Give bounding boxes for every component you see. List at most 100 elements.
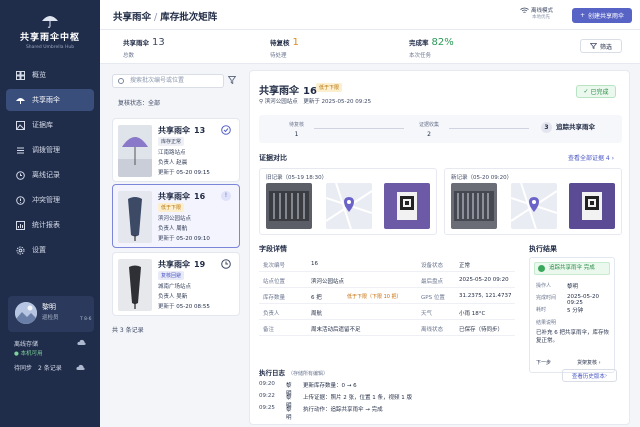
detail-meta: ⚲ 滨河公园站点 更新于 2025-05-20 09:25 [259,97,371,105]
result-next-value: 货架复核 [577,360,598,366]
history-button-label: 查看历史版本 [571,373,605,380]
fields-title: 字段详情 [259,245,287,253]
chart-icon [16,220,25,230]
log-what: 更新库存数量：0 → 6 [303,383,357,389]
breadcrumb-root[interactable]: 共享雨伞 [113,12,151,23]
result-key: 耗时 [536,307,547,313]
evidence-link-text: 查看全部证据 4 [568,155,610,162]
review-status-select[interactable]: 复核状态：全部 [118,98,160,107]
pin-icon: ⚲ [259,99,264,105]
nav-label: 统计报表 [32,221,60,229]
stat-completion: 完成率 82% 本次任务 [409,37,454,59]
nav-item-overview[interactable]: 概览 [6,64,94,86]
card-title-text: 共享雨伞 [158,192,190,201]
nav-label: 概览 [32,71,46,79]
updated-value: 05-20 09:15 [176,170,210,176]
nav-item-evidence[interactable]: 证据库 [6,114,94,136]
plus-icon: + [579,12,585,19]
field-value: 滨河公园站点 [311,279,345,285]
qr-photo[interactable] [569,183,615,229]
detail-title: 共享雨伞 16 [259,82,317,97]
detail-number: 16 [303,86,317,97]
step-label: 待复核 [289,122,305,128]
done-badge-label: 已完成 [590,89,609,96]
breadcrumb: 共享雨伞 / 库存批次矩阵 [113,9,217,23]
field-key: 批次编号 [263,263,286,269]
evidence-link[interactable]: 查看全部证据 4 › [568,153,614,162]
nav-item-report[interactable]: 统计报表 [6,214,94,236]
success-icon [538,265,545,272]
nav-item-conflict[interactable]: 冲突管理 [6,189,94,211]
map-photo[interactable] [511,183,557,229]
card-number: 16 [194,192,206,201]
card-number: 19 [194,260,206,269]
evidence-old-label: 旧记录（05-19 18:30） [266,175,328,181]
log-time: 09:25 [259,405,275,411]
card-place: 滨河公园站点 [158,216,192,222]
nav-item-settings[interactable]: 设置 [6,239,94,261]
batch-card[interactable]: 共享雨伞 13 库存正常 江南路站点 负责人 赵晨 更新于 05-20 09:15 [112,118,240,182]
search-input[interactable]: 搜索批次编号或位置 [112,74,224,88]
nav-label: 调拨管理 [32,146,60,154]
owner-value: 赵晨 [176,160,188,166]
sidebar-nav: 概览 共享雨伞 证据库 调拨管理 离线记录 冲突管理 统计报表 设置 [6,64,94,264]
card-place: 城南广场站点 [158,284,192,290]
search-placeholder: 搜索批次编号或位置 [130,77,185,84]
nav-item-offline[interactable]: 离线记录 [6,164,94,186]
step-current[interactable]: 3 追踪共享雨伞 [541,121,595,133]
detail-title-text: 共享雨伞 [259,86,299,97]
batch-card[interactable]: 共享雨伞 19 复核回避 城南广场站点 负责人 吴新 更新于 05-20 08:5… [112,252,240,316]
field-key: 设备状态 [421,263,444,269]
umbrella-logo-icon [41,14,59,28]
batch-card-selected[interactable]: 共享雨伞 16 低于下限 滨河公园站点 负责人 周航 更新于 05-20 09:1… [112,184,240,248]
detail-panel: 共享雨伞 16 低于下限 ⚲ 滨河公园站点 更新于 2025-05-20 09:2… [249,70,630,425]
offline-indicator[interactable]: 离线模式 本地优先 [520,6,553,20]
card-updated: 更新于 05-20 09:15 [158,168,210,176]
owner-label: 负责人 [158,160,175,166]
umbrella-photo [118,259,152,311]
result-key: 操作人 [536,283,552,289]
create-umbrella-button[interactable]: + 创建共享雨伞 [572,8,632,23]
owner-value: 吴新 [176,294,188,300]
card-title: 共享雨伞 13 [158,125,205,136]
qr-photo[interactable] [384,183,430,229]
alert-icon [16,195,25,205]
field-row: 库存数量 6 把 低于下限（下限 10 把） GPS 位置 31.2375, 121.4… [259,289,515,304]
step-1[interactable]: 待复核 1 [289,121,304,138]
owner-value: 周航 [176,226,188,232]
map-photo[interactable] [326,183,372,229]
step-2[interactable]: 证据收集 2 [419,121,439,138]
stat-value: 13 [152,37,165,48]
log-time: 09:20 [259,381,275,387]
result-next[interactable]: 货架复核 › [577,359,601,366]
owner-label: 负责人 [158,226,175,232]
search-icon [118,78,124,84]
gear-icon [16,246,25,255]
log-what: 执行动作：追踪共享雨伞 → 完成 [303,407,383,413]
field-row: 备注 周末活动后遗留不足 离线状态 已保存（待同步） [259,321,515,336]
nav-item-transfer[interactable]: 调拨管理 [6,139,94,161]
result-banner-text: 追踪共享雨伞 完成 [549,265,595,271]
card-updated: 更新于 05-20 08:55 [158,302,210,310]
filter-button[interactable]: 筛选 [580,39,622,53]
history-button[interactable]: 查看历史版本 › [562,369,617,382]
updated-value: 05-20 08:55 [176,304,210,310]
umbrella-photo [118,125,152,177]
sync-title: 离线存储 [14,341,39,348]
funnel-icon[interactable] [228,76,236,84]
rack-photo[interactable] [451,183,497,229]
check-circle-icon [221,125,231,135]
image-icon [16,120,25,130]
field-key: 最后盘点 [421,279,444,285]
check-icon: ✓ [583,88,589,95]
alert-icon: ! [221,191,231,201]
result-note: 已补充 6 把共享雨伞，库存恢复正常。 [536,330,609,344]
step-divider [449,128,529,129]
nav-item-umbrella[interactable]: 共享雨伞 [6,89,94,111]
card-number: 13 [194,126,206,135]
upload-icon[interactable] [76,363,85,371]
rack-photo[interactable] [266,183,312,229]
user-card[interactable]: 黎明 巡检员 T 8-6 [8,296,94,332]
review-status-label: 复核状态： [118,100,149,107]
stat-sub: 待处理 [270,53,287,59]
